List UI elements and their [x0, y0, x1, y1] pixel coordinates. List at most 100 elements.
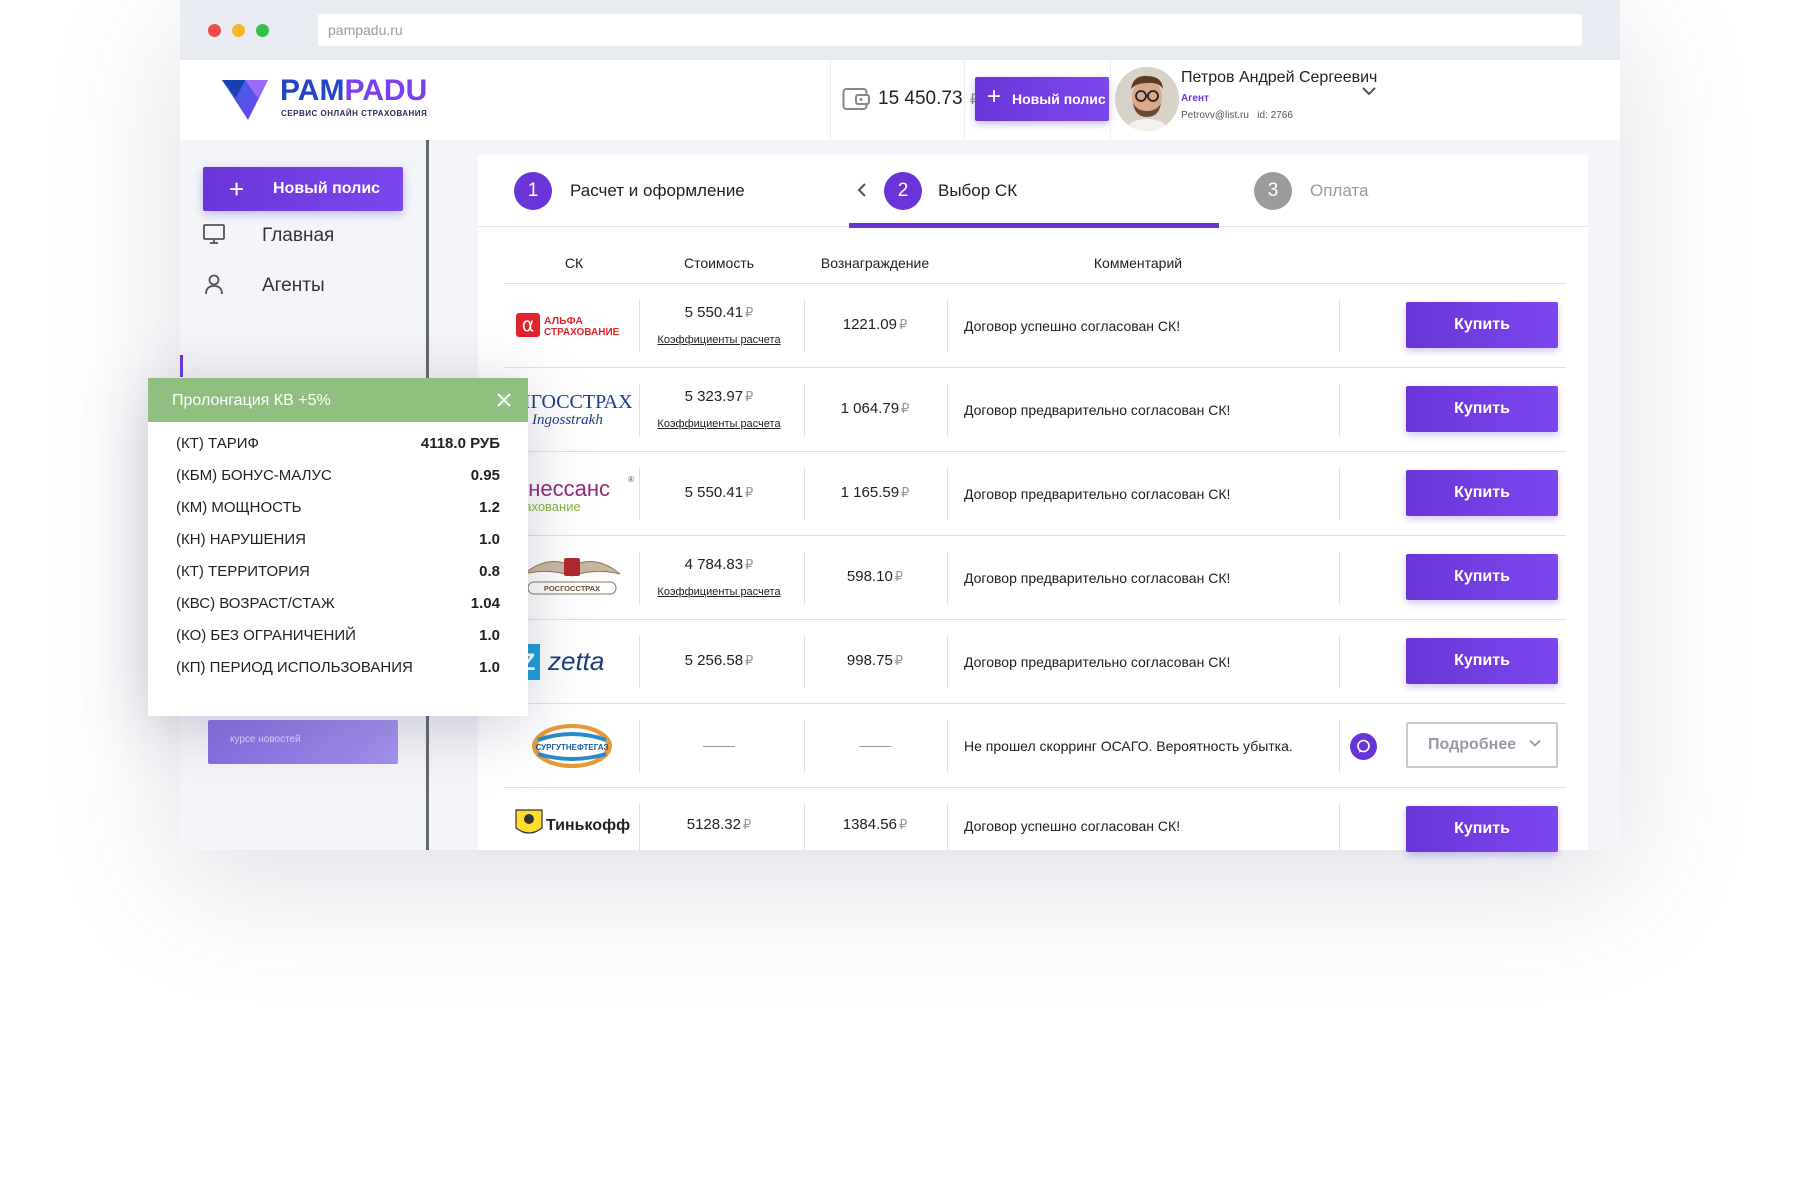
browser-toolbar: pampadu.ru: [180, 0, 1620, 60]
brand-name: PAMPADU: [280, 74, 428, 107]
header-new-policy-button[interactable]: + Новый полис: [975, 77, 1109, 121]
surgutneftegaz-logo-icon: СУРГУТНЕФТЕГАЗ: [532, 724, 612, 768]
svg-text:РОСГОССТРАХ: РОСГОССТРАХ: [544, 584, 600, 593]
reward-value: 1221.09 ₽: [842, 316, 908, 333]
svg-text:енессанс: енессанс: [516, 476, 610, 501]
reward-value: 1384.56 ₽: [842, 816, 908, 833]
comment-text: Договор предварительно согласован СК!: [964, 486, 1231, 502]
minimize-window-button[interactable]: [232, 24, 245, 37]
price-value: 4 784.83 ₽: [684, 556, 754, 573]
price-value: 5 550.41 ₽: [684, 484, 754, 501]
popup-coef-row: (КП) ПЕРИОД ИСПОЛЬЗОВАНИЯ 1.0: [176, 659, 500, 676]
pampadu-logo[interactable]: PAMPADU СЕРВИС ОНЛАЙН СТРАХОВАНИЯ: [218, 72, 448, 126]
step-2-label[interactable]: Выбор СК: [938, 181, 1017, 201]
col-header-comment: Комментарий: [1093, 255, 1183, 271]
popup-coef-row: (КН) НАРУШЕНИЯ 1.0: [176, 531, 500, 548]
stepper: 1 Расчет и оформление 2 Выбор СК 3 Оплат…: [478, 155, 1588, 228]
price-value: 5 550.41 ₽: [684, 304, 754, 321]
table-row: Z zetta 5 256.58 ₽ 998.75 ₽ Договор предва…: [504, 619, 1566, 703]
header-divider: [830, 60, 831, 140]
coefficients-popup: Пролонгация КВ +5% (КТ) ТАРИФ 4118.0 РУБ …: [148, 378, 528, 716]
popup-coef-row: (КТ) ТАРИФ 4118.0 РУБ: [176, 435, 500, 452]
chevron-left-icon[interactable]: [855, 181, 869, 199]
plus-icon: +: [987, 83, 1002, 110]
svg-text:zetta: zetta: [547, 646, 604, 676]
user-role: Агент: [1181, 93, 1209, 104]
company-logo-alfa: α АЛЬФА СТРАХОВАНИЕ: [504, 284, 640, 368]
svg-text:Ingosstrakh: Ingosstrakh: [531, 412, 603, 428]
monitor-icon: [203, 224, 225, 244]
buy-button[interactable]: Купить: [1406, 806, 1558, 852]
svg-text:®: ®: [628, 475, 634, 484]
step-1-number[interactable]: 1: [514, 172, 552, 210]
comment-text: Не прошел скорринг ОСАГО. Вероятность уб…: [964, 738, 1293, 754]
comment-text: Договор успешно согласован СК!: [964, 818, 1181, 834]
table-row: НГОССТРАХ Ingosstrakh 5 323.97 ₽ Коэффици…: [504, 367, 1566, 451]
user-email-id: Petrovv@list.ru id: 2766: [1181, 110, 1293, 121]
sidebar-item-agents[interactable]: Агенты: [202, 264, 402, 304]
chevron-down-icon[interactable]: [1360, 82, 1378, 100]
coefficients-link[interactable]: Коэффициенты расчета: [644, 586, 794, 598]
app-header: PAMPADU СЕРВИС ОНЛАЙН СТРАХОВАНИЯ 15 450…: [180, 60, 1620, 140]
col-header-price: Стоимость: [683, 255, 755, 271]
reward-value: 598.10 ₽: [846, 568, 904, 585]
col-header-company: СК: [564, 255, 584, 271]
tinkoff-logo-icon: Тинькофф: [515, 809, 630, 834]
balance-widget[interactable]: 15 450.73 ₽: [842, 82, 982, 116]
table-row: Тинькофф 5128.32 ₽ 1384.56 ₽ Договор успеш…: [504, 787, 1566, 852]
coefficients-link[interactable]: Коэффициенты расчета: [644, 418, 794, 430]
step-2-number[interactable]: 2: [884, 172, 922, 210]
close-icon[interactable]: [495, 391, 513, 409]
logo-mark-icon: [222, 80, 268, 120]
sidebar-item-home[interactable]: Главная: [202, 214, 402, 254]
empty-reward-dash: [859, 746, 891, 747]
svg-text:α: α: [522, 314, 535, 336]
svg-text:Тинькофф: Тинькофф: [546, 817, 630, 834]
svg-text:НГОССТРАХ: НГОССТРАХ: [516, 391, 633, 413]
details-dropdown[interactable]: Подробнее: [1406, 722, 1558, 768]
price-value: 5 256.58 ₽: [684, 652, 754, 669]
address-bar[interactable]: pampadu.ru: [318, 14, 1582, 46]
table-row: енессанс ® рахование 5 550.41 ₽ 1 165.59 ₽…: [504, 451, 1566, 535]
step-1-label[interactable]: Расчет и оформление: [570, 181, 745, 201]
comment-text: Договор предварительно согласован СК!: [964, 654, 1231, 670]
popup-coef-row: (КТ) ТЕРРИТОРИЯ 0.8: [176, 563, 500, 580]
buy-button[interactable]: Купить: [1406, 554, 1558, 600]
empty-price-dash: [703, 746, 735, 747]
alfa-logo-icon: α АЛЬФА СТРАХОВАНИЕ: [516, 313, 620, 338]
main-card: 1 Расчет и оформление 2 Выбор СК 3 Оплат…: [478, 155, 1588, 852]
wallet-icon: [842, 88, 870, 110]
col-header-reward: Вознаграждение: [820, 255, 930, 271]
buy-button[interactable]: Купить: [1406, 638, 1558, 684]
close-window-button[interactable]: [208, 24, 221, 37]
price-value: 5128.32 ₽: [686, 816, 752, 833]
table-row: РОСГОССТРАХ 4 784.83 ₽ Коэффициенты расче…: [504, 535, 1566, 619]
maximize-window-button[interactable]: [256, 24, 269, 37]
popup-coef-row: (КО) БЕЗ ОГРАНИЧЕНИЙ 1.0: [176, 627, 500, 644]
comment-text: Договор успешно согласован СК!: [964, 318, 1181, 334]
user-photo-icon: [1115, 67, 1179, 131]
popup-header: Пролонгация КВ +5%: [148, 378, 528, 422]
sidebar-new-policy-button[interactable]: + Новый полис: [203, 167, 403, 211]
reward-value: 1 165.59 ₽: [840, 484, 910, 501]
reward-value: 998.75 ₽: [846, 652, 904, 669]
news-promo-banner[interactable]: курсе новостей: [208, 720, 398, 764]
comment-text: Договор предварительно согласован СК!: [964, 402, 1231, 418]
avatar[interactable]: [1115, 67, 1179, 131]
step-3-label[interactable]: Оплата: [1310, 181, 1368, 201]
coefficients-link[interactable]: Коэффициенты расчета: [644, 334, 794, 346]
reward-value: 1 064.79 ₽: [840, 400, 910, 417]
table-row: α АЛЬФА СТРАХОВАНИЕ 5 550.41 ₽ Коэффициен…: [504, 283, 1566, 367]
svg-text:СТРАХОВАНИЕ: СТРАХОВАНИЕ: [544, 327, 620, 338]
company-logo-tinkoff: Тинькофф: [504, 788, 640, 851]
popup-coef-row: (КВС) ВОЗРАСТ/СТАЖ 1.04: [176, 595, 500, 612]
table-row: СУРГУТНЕФТЕГАЗ Не прошел скорринг ОСАГО.…: [504, 703, 1566, 787]
buy-button[interactable]: Купить: [1406, 386, 1558, 432]
step-3-number[interactable]: 3: [1254, 172, 1292, 210]
balance-amount: 15 450.73: [878, 88, 963, 109]
price-value: 5 323.97 ₽: [684, 388, 754, 405]
svg-text:СУРГУТНЕФТЕГАЗ: СУРГУТНЕФТЕГАЗ: [535, 743, 608, 752]
chat-icon[interactable]: [1350, 733, 1377, 760]
buy-button[interactable]: Купить: [1406, 470, 1558, 516]
buy-button[interactable]: Купить: [1406, 302, 1558, 348]
